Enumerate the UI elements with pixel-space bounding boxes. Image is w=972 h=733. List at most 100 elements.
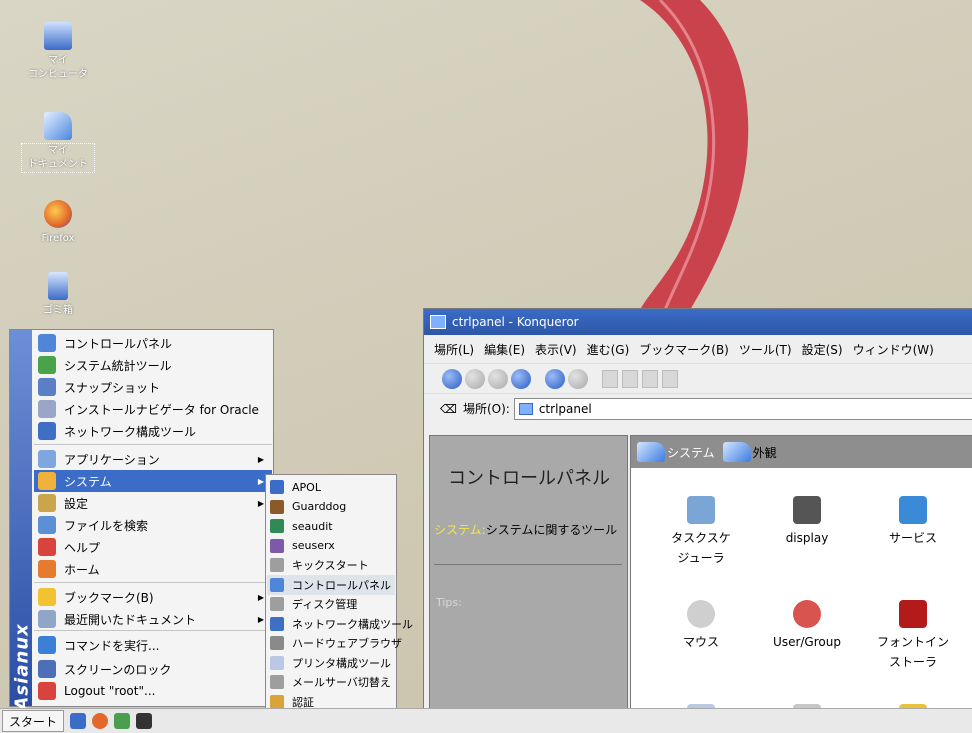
reload-icon[interactable] <box>545 368 565 389</box>
location-input[interactable]: ctrlpanel <box>513 397 972 420</box>
location-bar: ⌫ 場所(O): ctrlpanel <box>424 393 972 423</box>
firefox-icon[interactable] <box>92 713 109 729</box>
menu-item-home[interactable]: ホーム <box>34 558 272 580</box>
menu-window[interactable]: ウィンドウ(W) <box>853 341 934 358</box>
submenu-item-apol[interactable]: APOL <box>267 477 395 497</box>
menubar: 場所(L) 編集(E) 表示(V) 進む(G) ブックマーク(B) ツール(T)… <box>424 335 972 363</box>
menu-item-applications[interactable]: アプリケーション ▶ <box>34 448 272 470</box>
submenu-item-kickstart[interactable]: キックスタート <box>267 555 395 575</box>
menu-item-recent-docs[interactable]: 最近開いたドキュメント ▶ <box>34 608 272 630</box>
submenu-item-label: プリンタ構成ツール <box>292 656 391 670</box>
menu-view[interactable]: 表示(V) <box>535 341 577 358</box>
tab-label: システム <box>667 445 715 460</box>
menu-item-network-config[interactable]: ネットワーク構成ツール <box>34 420 272 442</box>
tab-system[interactable]: システム <box>637 442 715 462</box>
menu-item-label: ファイルを検索 <box>64 518 149 533</box>
grid-item-label: マウス <box>682 635 719 649</box>
desktop-icon[interactable] <box>70 713 87 729</box>
seaudit-icon <box>270 519 284 533</box>
terminal-icon[interactable] <box>136 713 153 729</box>
tab-appearance[interactable]: 外観 <box>722 442 777 462</box>
submenu-item-guarddog[interactable]: Guarddog <box>267 497 395 517</box>
grid-item-font-installer[interactable]: フォントインストーラ <box>863 600 963 672</box>
clear-location-icon[interactable]: ⌫ <box>440 402 457 416</box>
grid-item-label: サービス <box>888 531 937 545</box>
menu-bookmarks[interactable]: ブックマーク(B) <box>639 341 729 358</box>
menu-location[interactable]: 場所(L) <box>434 341 474 358</box>
menu-go[interactable]: 進む(G) <box>587 341 630 358</box>
start-button[interactable]: スタート <box>2 710 65 732</box>
submenu-item-network-config[interactable]: ネットワーク構成ツール <box>267 614 413 634</box>
menu-item-find-file[interactable]: ファイルを検索 <box>34 514 272 536</box>
info-pane-description: システム:システムに関するツール <box>434 520 624 540</box>
recent-docs-icon <box>38 610 56 628</box>
submenu-arrow-icon: ▶ <box>257 498 264 508</box>
network-icon[interactable] <box>114 713 131 729</box>
desktop-icon-trash[interactable]: ゴミ箱 <box>22 272 94 318</box>
menu-edit[interactable]: 編集(E) <box>484 341 525 358</box>
grid-item-user-group[interactable]: User/Group <box>757 600 857 652</box>
menu-item-install-navigator[interactable]: インストールナビゲータ for Oracle <box>34 398 272 420</box>
copy-icon[interactable] <box>622 369 638 388</box>
submenu-item-hardware[interactable]: ハードウェアブラウザ <box>267 633 402 653</box>
services-icon <box>899 496 927 524</box>
grid-item-label: display <box>785 531 829 545</box>
menu-item-settings[interactable]: 設定 ▶ <box>34 492 272 514</box>
menu-separator <box>34 630 272 631</box>
submenu-item-seaudit[interactable]: seaudit <box>267 516 395 536</box>
menu-item-control-panel[interactable]: コントロールパネル <box>34 332 272 354</box>
submenu-item-mail[interactable]: メールサーバ切替え <box>267 672 395 692</box>
menu-item-help[interactable]: ヘルプ <box>34 536 272 558</box>
konqueror-window: ctrlpanel - Konqueror 場所(L) 編集(E) 表示(V) … <box>423 308 972 733</box>
grid-item-scheduler[interactable]: タスクスケジューラ <box>651 496 751 568</box>
menu-item-bookmark[interactable]: ブックマーク(B) ▶ <box>34 586 272 608</box>
up-icon[interactable] <box>442 368 462 389</box>
menu-item-label: スクリーンのロック <box>64 662 172 677</box>
firefox-icon <box>44 200 72 228</box>
submenu-item-control-panel[interactable]: コントロールパネル <box>267 574 395 595</box>
menu-item-run-command[interactable]: コマンドを実行... <box>34 634 272 656</box>
grid-item-mouse[interactable]: マウス <box>651 600 751 652</box>
menu-separator <box>34 444 272 445</box>
grid-item-display[interactable]: display <box>757 496 857 548</box>
start-menu: Asianux コントロールパネル システム統計ツール スナップショット インストール… <box>9 329 274 711</box>
menu-item-snapshot[interactable]: スナップショット <box>34 376 272 398</box>
submenu-item-seuserx[interactable]: seuserx <box>267 536 395 556</box>
icon-pane: システム 外観 タスクスケジューラ display サービス マウス User/… <box>630 435 972 733</box>
grid-item-label: User/Group <box>773 635 841 649</box>
desktop-icon-my-computer[interactable]: マイ コンピュータ <box>22 22 94 82</box>
menu-item-logout[interactable]: Logout "root"... <box>34 680 272 702</box>
menu-item-system[interactable]: システム ▶ <box>34 470 272 492</box>
paste-icon[interactable] <box>642 369 658 388</box>
menu-item-label: 最近開いたドキュメント <box>64 612 197 627</box>
home-icon <box>38 560 56 578</box>
home-icon[interactable] <box>511 368 531 389</box>
guarddog-icon <box>270 499 284 514</box>
documents-folder-icon <box>44 112 72 140</box>
desktop-icon-my-documents[interactable]: マイ ドキュメント <box>21 112 95 173</box>
submenu-item-printer[interactable]: プリンタ構成ツール <box>267 653 395 673</box>
submenu-arrow-icon: ▶ <box>257 476 264 486</box>
printer-icon <box>270 655 284 670</box>
folder-icon <box>722 442 751 462</box>
cut-icon[interactable] <box>602 369 618 388</box>
divider <box>434 564 622 565</box>
network-config-icon <box>38 422 56 440</box>
bookmark-icon <box>38 588 56 606</box>
desktop-icon-label: Firefox <box>41 233 75 244</box>
menu-item-label: ヘルプ <box>64 540 101 555</box>
menu-item-lock[interactable]: スクリーンのロック <box>34 658 272 680</box>
back-icon[interactable] <box>465 368 485 389</box>
menu-settings[interactable]: 設定(S) <box>802 341 843 358</box>
forward-icon[interactable] <box>488 368 508 389</box>
window-titlebar[interactable]: ctrlpanel - Konqueror <box>424 309 972 335</box>
print-icon[interactable] <box>662 369 678 388</box>
stop-icon[interactable] <box>568 368 588 389</box>
menu-tools[interactable]: ツール(T) <box>739 341 792 358</box>
grid-item-services[interactable]: サービス <box>863 496 963 548</box>
desktop-icon-firefox[interactable]: Firefox <box>22 200 94 246</box>
submenu-item-disk[interactable]: ディスク管理 <box>267 594 395 614</box>
logout-icon <box>38 682 56 700</box>
control-panel-icon <box>518 402 533 415</box>
menu-item-stats[interactable]: システム統計ツール <box>34 354 272 376</box>
